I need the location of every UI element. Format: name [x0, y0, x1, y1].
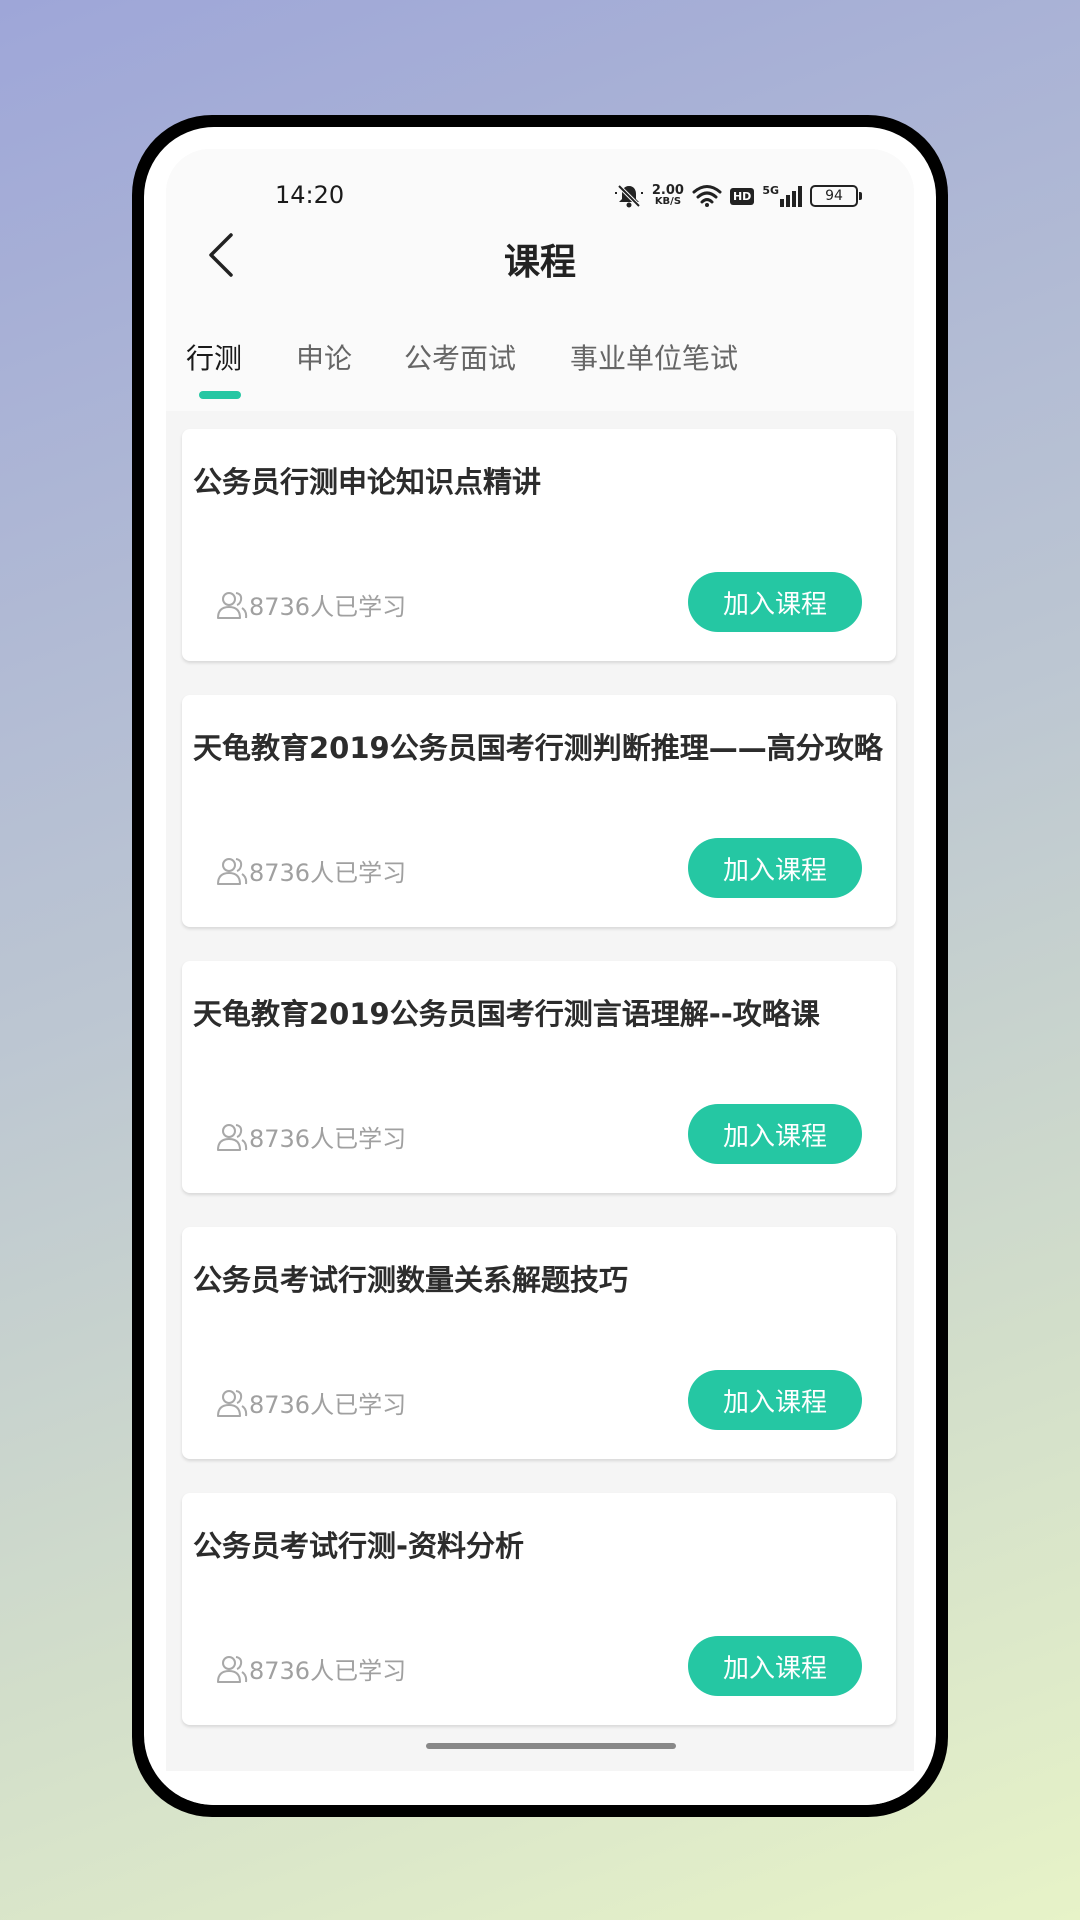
users-icon — [217, 857, 248, 885]
nav-bar-area — [166, 1771, 914, 1805]
page-title: 课程 — [503, 242, 576, 283]
app-bar: 14:20 2.00 KB/S HD 5G 94 课程 行测 申论 公考面试 事… — [166, 149, 914, 411]
course-card[interactable]: 公务员考试行测数量关系解题技巧 8736人已学习 加入课程 — [182, 1227, 896, 1459]
join-course-button[interactable]: 加入课程 — [688, 838, 862, 898]
users-icon — [217, 1123, 248, 1151]
category-tabs: 行测 申论 公考面试 事业单位笔试 — [166, 337, 914, 407]
mute-bell-icon — [614, 183, 644, 209]
network-speed: 2.00 KB/S — [651, 183, 684, 207]
course-title: 天龟教育2019公务员国考行测判断推理——高分攻略 — [193, 731, 883, 765]
join-course-button[interactable]: 加入课程 — [688, 572, 862, 632]
wifi-icon — [692, 184, 722, 208]
status-icons: 2.00 KB/S HD 5G 94 — [614, 181, 862, 211]
tab-shenlun[interactable]: 申论 — [296, 337, 352, 377]
course-title: 天龟教育2019公务员国考行测言语理解--攻略课 — [193, 997, 820, 1031]
learner-count: 8736人已学习 — [216, 1385, 406, 1420]
course-title: 公务员考试行测-资料分析 — [193, 1529, 525, 1563]
learner-count: 8736人已学习 — [216, 853, 406, 888]
users-icon — [217, 1655, 248, 1683]
status-time: 14:20 — [275, 181, 345, 209]
battery-indicator: 94 — [810, 185, 862, 207]
course-title: 公务员行测申论知识点精讲 — [193, 465, 542, 499]
course-card[interactable]: 天龟教育2019公务员国考行测判断推理——高分攻略 8736人已学习 加入课程 — [182, 695, 896, 927]
learner-count: 8736人已学习 — [216, 1119, 406, 1154]
home-indicator[interactable] — [426, 1743, 676, 1749]
join-course-button[interactable]: 加入课程 — [688, 1370, 862, 1430]
users-icon — [217, 591, 248, 619]
app-screen: 14:20 2.00 KB/S HD 5G 94 课程 行测 申论 公考面试 事… — [166, 149, 914, 1771]
tab-xingce[interactable]: 行测 — [186, 337, 242, 377]
learner-count: 8736人已学习 — [216, 1651, 406, 1686]
course-card[interactable]: 公务员考试行测-资料分析 8736人已学习 加入课程 — [182, 1493, 896, 1725]
course-card[interactable]: 天龟教育2019公务员国考行测言语理解--攻略课 8736人已学习 加入课程 — [182, 961, 896, 1193]
active-tab-indicator — [199, 391, 241, 399]
tab-interview[interactable]: 公考面试 — [404, 337, 516, 377]
hd-badge: HD — [729, 187, 755, 205]
tab-institution-exam[interactable]: 事业单位笔试 — [570, 337, 738, 377]
course-card[interactable]: 公务员行测申论知识点精讲 8736人已学习 加入课程 — [182, 429, 896, 661]
phone-frame: 14:20 2.00 KB/S HD 5G 94 课程 行测 申论 公考面试 事… — [132, 115, 948, 1817]
users-icon — [217, 1389, 248, 1417]
phone-bezel: 14:20 2.00 KB/S HD 5G 94 课程 行测 申论 公考面试 事… — [144, 127, 936, 1805]
join-course-button[interactable]: 加入课程 — [688, 1104, 862, 1164]
join-course-button[interactable]: 加入课程 — [688, 1636, 862, 1696]
signal-icon: 5G — [762, 185, 802, 207]
course-title: 公务员考试行测数量关系解题技巧 — [193, 1263, 629, 1297]
learner-count: 8736人已学习 — [216, 587, 406, 622]
